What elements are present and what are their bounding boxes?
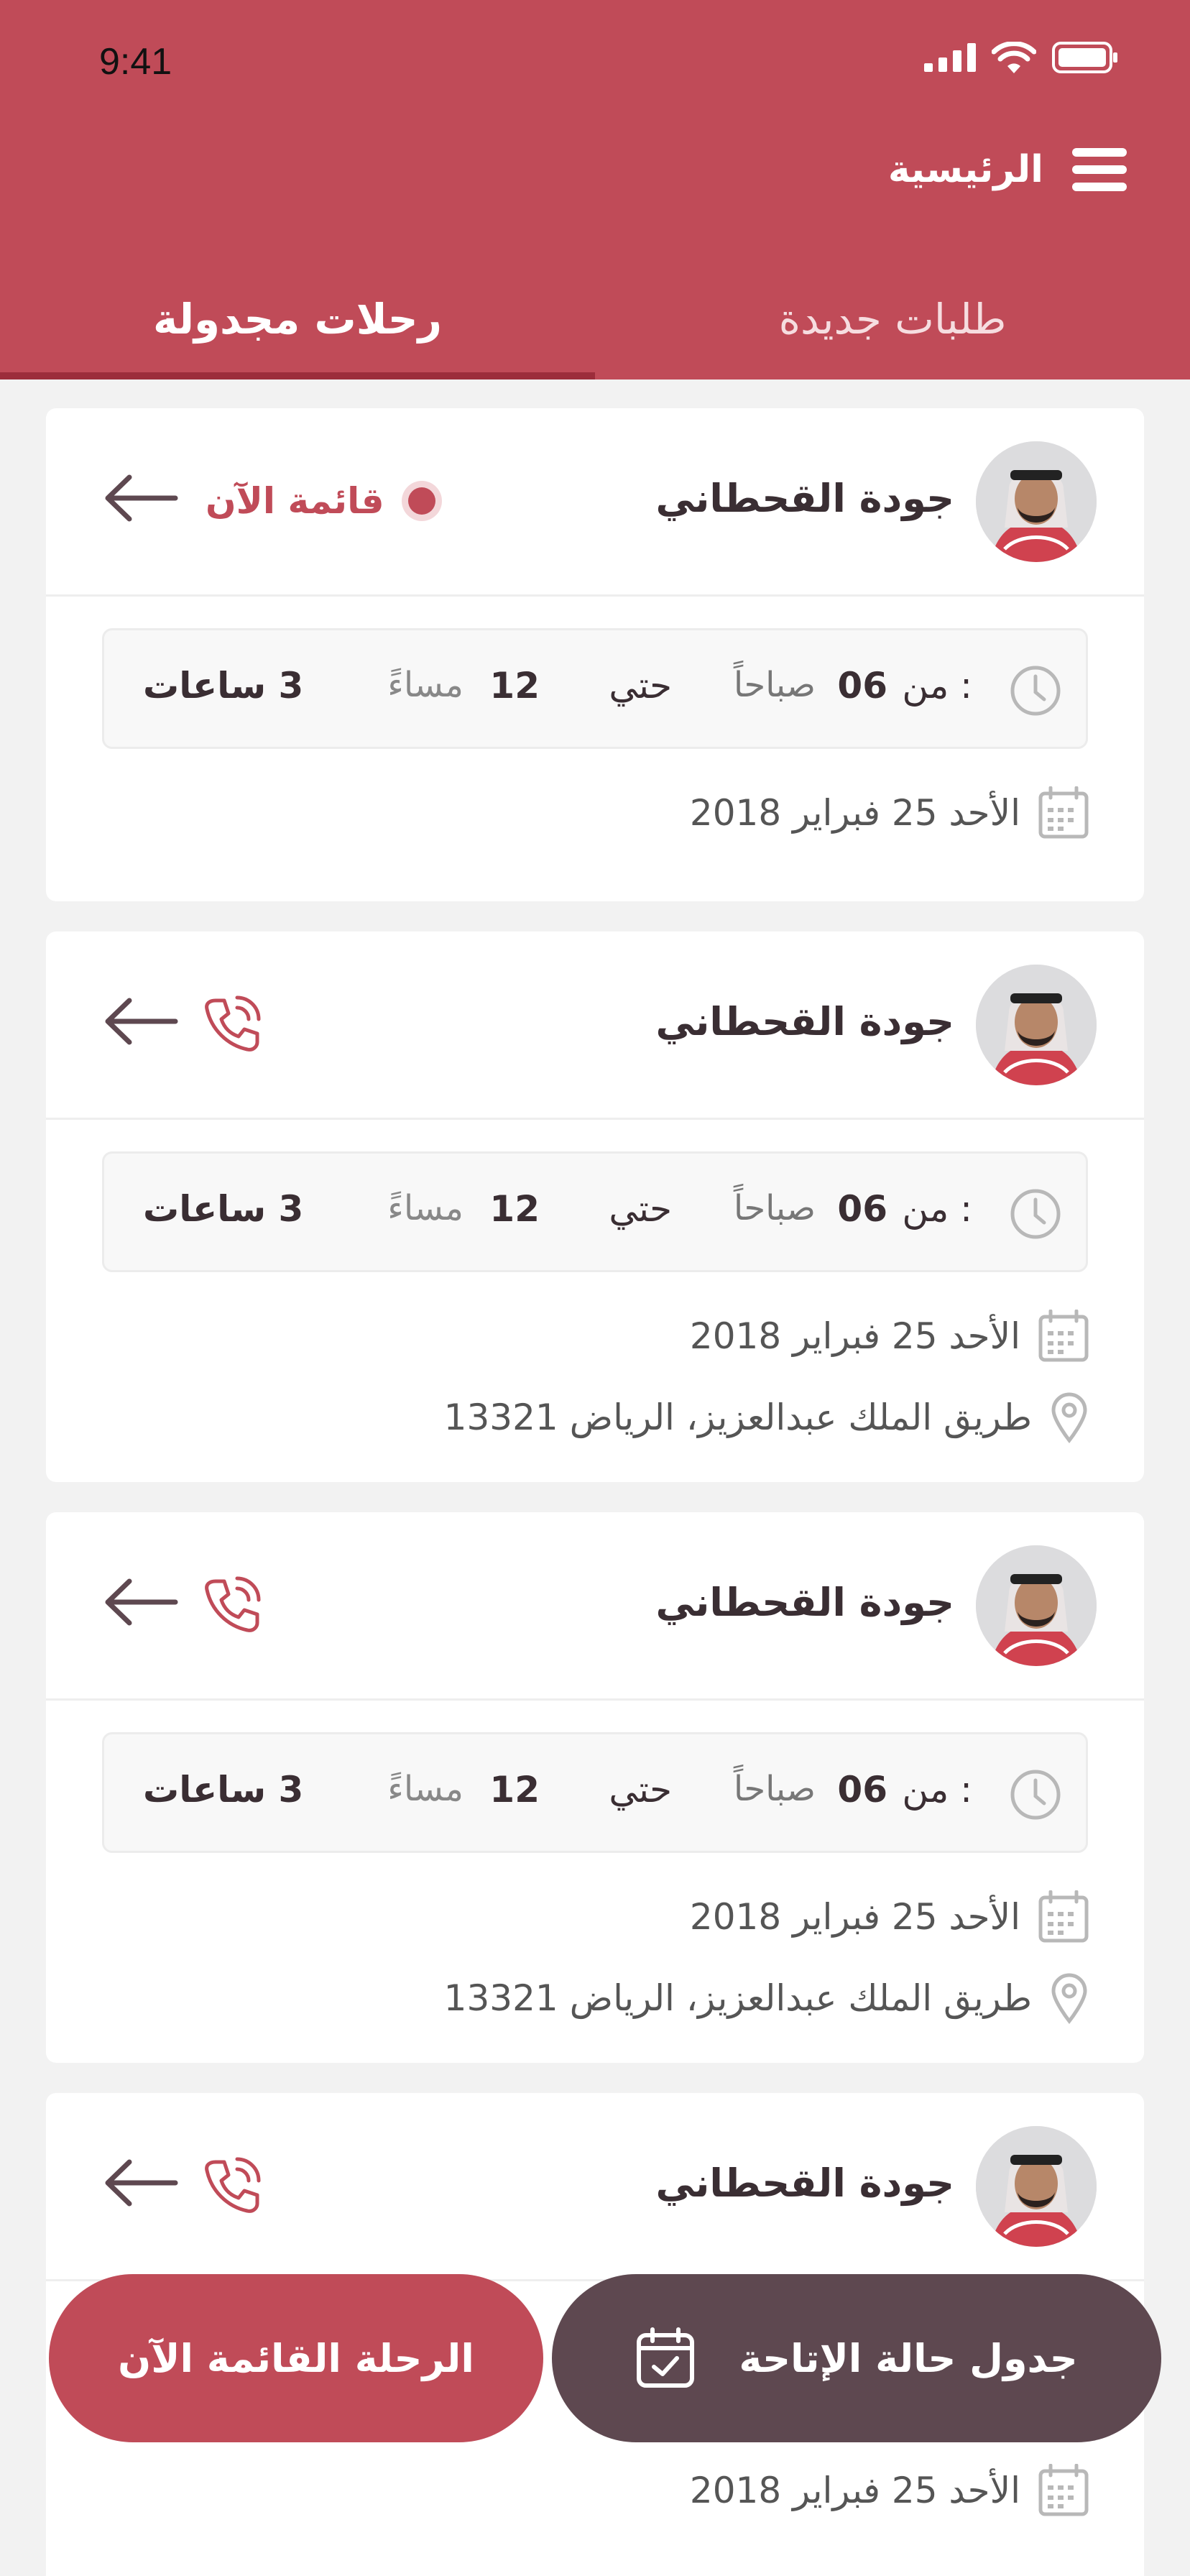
tab-new-requests[interactable]: طلبات جديدة bbox=[595, 259, 1190, 380]
calendar-icon bbox=[1038, 2464, 1089, 2516]
arrow-left-icon[interactable] bbox=[103, 1577, 178, 1627]
time-range: من : 06 صباحاً حتي 12 مساءً 3 ساعات bbox=[102, 628, 1088, 749]
availability-schedule-button[interactable]: جدول حالة الإتاحة bbox=[552, 2274, 1161, 2442]
clock-icon bbox=[1010, 1189, 1061, 1239]
from-unit: صباحاً bbox=[733, 1769, 816, 1809]
avatar bbox=[976, 965, 1097, 1085]
address-row: طريق الملك عبدالعزيز، الرياض 13321 bbox=[444, 1392, 1089, 1443]
date-row: الأحد 25 فبراير 2018 bbox=[690, 2464, 1089, 2517]
from-label: من : bbox=[902, 665, 972, 707]
arrow-left-icon[interactable] bbox=[103, 996, 178, 1046]
trip-date: الأحد 25 فبراير 2018 bbox=[689, 2470, 1020, 2511]
from-time: 06 bbox=[837, 1188, 887, 1230]
card-header: جودة القحطاني قائمة الآن bbox=[46, 408, 1144, 597]
availability-label: جدول حالة الإتاحة bbox=[739, 2335, 1078, 2381]
live-trip-button[interactable]: الرحلة القائمة الآن bbox=[49, 2274, 543, 2442]
date-row: الأحد 25 فبراير 2018 bbox=[690, 786, 1089, 840]
trip-card[interactable]: جودة القحطاني قائمة الآن من : 06 صباحاً … bbox=[46, 408, 1144, 901]
trip-card[interactable]: جودة القحطاني من : 06 صباحاً حتي 12 مساء… bbox=[46, 932, 1144, 1482]
until-label: حتي bbox=[609, 665, 672, 707]
live-trip-label: الرحلة القائمة الآن bbox=[118, 2335, 474, 2381]
phone-icon[interactable] bbox=[201, 2156, 262, 2217]
clock-icon bbox=[1010, 1770, 1061, 1820]
live-dot-icon bbox=[401, 481, 442, 521]
trip-card[interactable]: جودة القحطاني من : 06 صباحاً حتي 12 مساء… bbox=[46, 1512, 1144, 2063]
from-unit: صباحاً bbox=[733, 1188, 816, 1228]
avatar bbox=[976, 441, 1097, 562]
driver-name: جودة القحطاني bbox=[655, 1580, 954, 1625]
avatar bbox=[976, 2126, 1097, 2247]
tab-bar: طلبات جديدة رحلات مجدولة bbox=[0, 259, 1190, 380]
until-label: حتي bbox=[609, 1188, 672, 1230]
driver-name: جودة القحطاني bbox=[655, 999, 954, 1044]
calendar-check-icon bbox=[637, 2327, 695, 2388]
date-row: الأحد 25 فبراير 2018 bbox=[690, 1890, 1089, 1944]
page-title: الرئيسية bbox=[887, 148, 1043, 191]
wifi-icon bbox=[992, 42, 1036, 73]
until-label: حتي bbox=[609, 1769, 672, 1811]
calendar-icon bbox=[1038, 1890, 1089, 1943]
phone-icon[interactable] bbox=[201, 1576, 262, 1636]
arrow-left-icon[interactable] bbox=[103, 2158, 178, 2208]
time-range: من : 06 صباحاً حتي 12 مساءً 3 ساعات bbox=[102, 1151, 1088, 1272]
time-range: من : 06 صباحاً حتي 12 مساءً 3 ساعات bbox=[102, 1732, 1088, 1853]
card-header: جودة القحطاني bbox=[46, 2093, 1144, 2281]
duration: 3 ساعات bbox=[143, 1188, 304, 1230]
battery-icon bbox=[1052, 42, 1117, 73]
driver-name: جودة القحطاني bbox=[655, 2161, 954, 2206]
phone-icon[interactable] bbox=[201, 995, 262, 1055]
to-unit: مساءً bbox=[387, 1188, 463, 1228]
to-unit: مساءً bbox=[387, 665, 463, 705]
address-row: طريق الملك عبدالعزيز، الرياض 13321 bbox=[444, 1972, 1089, 2024]
from-time: 06 bbox=[837, 665, 887, 707]
arrow-left-icon[interactable] bbox=[103, 473, 178, 523]
trip-date: الأحد 25 فبراير 2018 bbox=[689, 1315, 1020, 1357]
status-icons bbox=[924, 42, 1118, 73]
location-pin-icon bbox=[1051, 1392, 1087, 1443]
avatar bbox=[976, 1545, 1097, 1666]
to-time: 12 bbox=[489, 1769, 540, 1811]
trip-address: طريق الملك عبدالعزيز، الرياض 13321 bbox=[443, 1977, 1032, 2019]
duration: 3 ساعات bbox=[143, 1769, 304, 1811]
trip-address: طريق الملك عبدالعزيز، الرياض 13321 bbox=[443, 1397, 1032, 1438]
card-header: جودة القحطاني bbox=[46, 1512, 1144, 1701]
live-status: قائمة الآن bbox=[206, 480, 442, 522]
trip-date: الأحد 25 فبراير 2018 bbox=[689, 792, 1020, 834]
tab-scheduled-trips[interactable]: رحلات مجدولة bbox=[0, 259, 595, 380]
calendar-icon bbox=[1038, 786, 1089, 839]
driver-name: جودة القحطاني bbox=[655, 476, 954, 521]
from-time: 06 bbox=[837, 1769, 887, 1811]
from-label: من : bbox=[902, 1188, 972, 1230]
menu-icon[interactable] bbox=[1072, 147, 1127, 193]
title-row: الرئيسية bbox=[888, 147, 1127, 193]
to-unit: مساءً bbox=[387, 1769, 463, 1809]
trip-date: الأحد 25 فبراير 2018 bbox=[689, 1896, 1020, 1938]
date-row: الأحد 25 فبراير 2018 bbox=[690, 1310, 1089, 1363]
from-label: من : bbox=[902, 1769, 972, 1811]
status-time: 9:41 bbox=[99, 41, 172, 83]
card-header: جودة القحطاني bbox=[46, 932, 1144, 1120]
to-time: 12 bbox=[489, 665, 540, 707]
to-time: 12 bbox=[489, 1188, 540, 1230]
from-unit: صباحاً bbox=[733, 665, 816, 705]
live-status-label: قائمة الآن bbox=[206, 480, 384, 522]
app-header: 9:41 الرئيسية طلبات جديدة رحلات مجدولة bbox=[0, 0, 1190, 380]
duration: 3 ساعات bbox=[143, 665, 304, 707]
signal-icon bbox=[924, 43, 976, 72]
clock-icon bbox=[1010, 666, 1061, 716]
location-pin-icon bbox=[1051, 1973, 1087, 2024]
calendar-icon bbox=[1038, 1310, 1089, 1362]
